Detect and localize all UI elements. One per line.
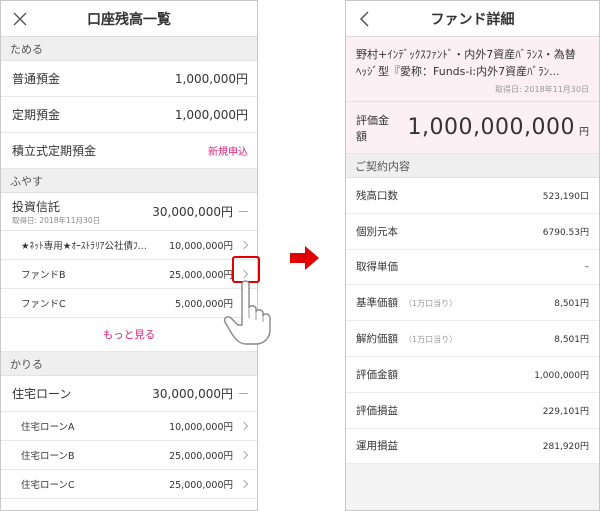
- detail-value: –: [584, 261, 590, 272]
- row-label: 積立式定期預金: [12, 144, 97, 158]
- detail-row: 残高口数 523,190口: [346, 178, 599, 214]
- valuation-value: 1,000,000,000: [407, 115, 575, 140]
- detail-row: 運用損益 281,920円: [346, 428, 599, 465]
- detail-note: （1万口当り）: [404, 335, 458, 345]
- fund-name-line2: ﾍｯｼﾞ型『愛称：Funds-i:内外7資産ﾊﾞﾗﾝ...: [356, 65, 560, 78]
- valuation-unit: 円: [579, 127, 589, 138]
- detail-row: 評価損益 229,101円: [346, 392, 599, 429]
- loan-label: 住宅ローンA: [21, 422, 75, 433]
- detail-value: 523,190口: [542, 191, 589, 202]
- fund-detail-screen: ファンド詳細 野村+ｲﾝﾃﾞｯｸｽﾌｧﾝﾄﾞ・内外7資産ﾊﾞﾗﾝｽ・為替 ﾍｯｼ…: [345, 0, 600, 511]
- detail-value: 8,501円: [554, 299, 589, 310]
- detail-value: 229,101円: [542, 406, 589, 417]
- row-value: 30,000,000円: [152, 387, 233, 401]
- loan-value: 25,000,000円: [169, 451, 233, 462]
- detail-label: 評価金額: [356, 368, 398, 381]
- pointing-hand-icon: [223, 280, 271, 345]
- row-label: 投資信託: [12, 199, 61, 214]
- chevron-right-icon[interactable]: [239, 240, 249, 250]
- section-kariru: かりる: [1, 352, 257, 376]
- section-contract: ご契約内容: [346, 154, 599, 178]
- detail-row: 解約価額 （1万口当り） 8,501円: [346, 321, 599, 357]
- page-title: 口座残高一覧: [87, 11, 171, 28]
- loan-row-a[interactable]: 住宅ローンA 10,000,000円: [1, 412, 257, 441]
- detail-value: 281,920円: [542, 442, 589, 453]
- fund-row-b[interactable]: ファンドB 25,000,000円: [1, 260, 257, 289]
- loan-label: 住宅ローンC: [21, 480, 75, 491]
- collapse-icon[interactable]: [239, 211, 248, 212]
- fund-row-c[interactable]: ファンドC 5,000,000円: [1, 289, 257, 318]
- fund-value: 10,000,000円: [169, 241, 233, 252]
- new-application-link[interactable]: 新規申込: [208, 143, 248, 158]
- fund-label: ★ﾈｯﾄ専用★ｵｰｽﾄﾗﾘｱ公社債ﾌ...: [21, 241, 147, 252]
- list-item-futsu[interactable]: 普通預金 1,000,000円: [1, 61, 257, 97]
- list-item-teiki[interactable]: 定期預金 1,000,000円: [1, 97, 257, 133]
- fund-name-box: 野村+ｲﾝﾃﾞｯｸｽﾌｧﾝﾄﾞ・内外7資産ﾊﾞﾗﾝｽ・為替 ﾍｯｼﾞ型『愛称：F…: [346, 37, 599, 102]
- loan-label: 住宅ローンB: [21, 451, 75, 462]
- detail-row: 評価金額 1,000,000円: [346, 356, 599, 393]
- row-label: 定期預金: [12, 108, 61, 122]
- valuation-label: 評価金額: [356, 113, 389, 143]
- detail-row: 取得単価 –: [346, 249, 599, 286]
- account-balance-screen: 口座残高一覧 ためる 普通預金 1,000,000円 定期預金 1,000,00…: [0, 0, 258, 511]
- row-label: 普通預金: [12, 72, 61, 86]
- detail-value: 1,000,000円: [534, 370, 589, 381]
- loan-value: 25,000,000円: [169, 480, 233, 491]
- back-icon[interactable]: [356, 10, 374, 28]
- detail-row: 基準価額 （1万口当り） 8,501円: [346, 285, 599, 322]
- fund-row-a[interactable]: ★ﾈｯﾄ専用★ｵｰｽﾄﾗﾘｱ公社債ﾌ... 10,000,000円: [1, 231, 257, 260]
- row-value: 1,000,000円: [174, 108, 248, 122]
- chevron-right-icon[interactable]: [239, 450, 249, 460]
- detail-value: 8,501円: [554, 335, 589, 346]
- detail-label: 運用損益: [356, 440, 398, 453]
- fund-name-line1: 野村+ｲﾝﾃﾞｯｸｽﾌｧﾝﾄﾞ・内外7資産ﾊﾞﾗﾝｽ・為替: [356, 48, 576, 61]
- loan-row-b[interactable]: 住宅ローンB 25,000,000円: [1, 441, 257, 470]
- section-fuyasu: ふやす: [1, 169, 257, 193]
- chevron-right-icon[interactable]: [239, 479, 249, 489]
- detail-label: 解約価額: [356, 333, 398, 346]
- acquisition-date: 取得日: 2018年11月30日: [495, 85, 589, 94]
- page-title: ファンド詳細: [430, 11, 515, 28]
- loan-value: 10,000,000円: [169, 422, 233, 433]
- loan-row-c[interactable]: 住宅ローンC 25,000,000円: [1, 470, 257, 499]
- list-item-tsumitate: 積立式定期預金 新規申込: [1, 133, 257, 169]
- detail-label: 基準価額: [356, 297, 398, 310]
- detail-note: （1万口当り）: [404, 299, 458, 309]
- show-more-link[interactable]: もっと見る: [1, 318, 257, 352]
- list-item-investment-trust[interactable]: 投資信託 取得日: 2018年11月30日 30,000,000円: [1, 193, 257, 231]
- right-header: ファンド詳細: [346, 1, 599, 37]
- detail-label: 個別元本: [356, 225, 398, 238]
- left-header: 口座残高一覧: [1, 1, 257, 37]
- row-label: 住宅ローン: [12, 387, 72, 401]
- acquisition-date: 取得日: 2018年11月30日: [12, 215, 101, 225]
- list-item-housing-loan[interactable]: 住宅ローン 30,000,000円: [1, 376, 257, 412]
- detail-row: 個別元本 6790.53円: [346, 213, 599, 250]
- chevron-right-icon[interactable]: [239, 421, 249, 431]
- detail-label: 取得単価: [356, 261, 398, 274]
- collapse-icon[interactable]: [239, 393, 248, 394]
- detail-value: 6790.53円: [542, 227, 589, 238]
- detail-label: 評価損益: [356, 404, 398, 417]
- fund-label: ファンドB: [21, 270, 66, 281]
- fund-label: ファンドC: [21, 299, 66, 310]
- section-tameru: ためる: [1, 37, 257, 61]
- detail-label: 残高口数: [356, 189, 398, 202]
- valuation-row: 評価金額 1,000,000,000 円: [346, 102, 599, 154]
- row-value: 1,000,000円: [174, 72, 248, 86]
- arrow-right-icon: [290, 246, 319, 270]
- close-icon[interactable]: [11, 10, 29, 28]
- row-value: 30,000,000円: [152, 205, 233, 219]
